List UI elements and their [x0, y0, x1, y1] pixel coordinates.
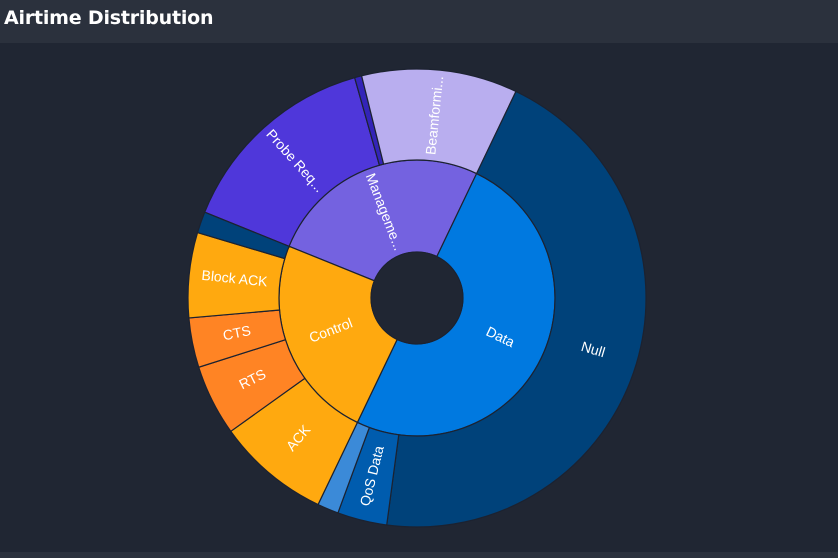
sunburst-center-hole — [370, 251, 464, 345]
airtime-panel: Airtime Distribution Manageme... Data Cont… — [0, 0, 838, 558]
panel-footer-strip — [0, 552, 838, 558]
sunburst-chart: Manageme...DataControlProbe Req...Beamfo… — [187, 68, 647, 528]
panel-header: Airtime Distribution — [0, 0, 838, 43]
panel-title: Airtime Distribution — [4, 7, 214, 29]
